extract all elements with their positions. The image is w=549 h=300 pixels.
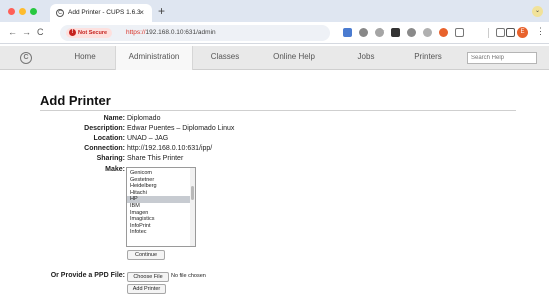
url-host-path: 192.168.0.10:631/admin	[145, 29, 216, 36]
extension-icon[interactable]	[407, 28, 416, 37]
make-option-selected[interactable]: HP	[127, 196, 195, 203]
make-option[interactable]: Gestetner	[127, 177, 195, 184]
make-option[interactable]: Hitachi	[127, 190, 195, 197]
cups-logo-icon[interactable]: C	[20, 52, 32, 64]
toolbar-divider	[488, 28, 489, 38]
search-help-input[interactable]	[467, 52, 537, 64]
browser-tab[interactable]: C Add Printer - CUPS 1.6.3 ×	[50, 4, 152, 22]
forward-arrow-icon[interactable]: →	[22, 27, 31, 37]
reading-list-icon[interactable]	[496, 28, 505, 37]
extension-icon[interactable]	[439, 28, 448, 37]
make-option[interactable]: InfoPrint	[127, 223, 195, 230]
side-panel-icon[interactable]	[506, 28, 515, 37]
browser-tab-strip: C Add Printer - CUPS 1.6.3 × + ⌄	[0, 0, 549, 22]
extension-icon[interactable]	[343, 28, 352, 37]
url-text[interactable]: https://192.168.0.10:631/admin	[126, 29, 216, 36]
page-title: Add Printer	[40, 93, 111, 108]
make-option[interactable]: Genicom	[127, 170, 195, 177]
extension-icon[interactable]	[391, 28, 400, 37]
connection-value: http://192.168.0.10:631/ipp/	[127, 145, 213, 152]
nav-classes[interactable]: Classes	[200, 52, 250, 61]
tab-title: Add Printer - CUPS 1.6.3	[68, 9, 141, 16]
make-option[interactable]: Heidelberg	[127, 183, 195, 190]
security-label: Not Secure	[78, 30, 108, 36]
nav-administration[interactable]: Administration	[115, 46, 193, 70]
profile-avatar[interactable]: E	[517, 27, 528, 38]
choose-file-button[interactable]: Choose File	[127, 272, 169, 282]
menu-dots-icon[interactable]: ⋮	[536, 26, 545, 37]
close-window-button[interactable]	[8, 8, 15, 15]
connection-label: Connection:	[84, 145, 125, 152]
location-label: Location:	[93, 135, 126, 142]
title-divider	[40, 110, 516, 111]
nav-online-help[interactable]: Online Help	[262, 52, 326, 61]
back-arrow-icon[interactable]: ←	[8, 27, 17, 37]
extension-icon[interactable]	[359, 28, 368, 37]
sharing-label: Sharing:	[96, 155, 125, 162]
name-label: Name:	[103, 115, 125, 122]
nav-printers[interactable]: Printers	[402, 52, 454, 61]
reload-icon[interactable]: C	[37, 27, 44, 37]
warning-icon: !	[69, 29, 76, 36]
make-option[interactable]: Imagen	[127, 210, 195, 217]
no-file-chosen-text: No file chosen	[171, 273, 206, 279]
browser-toolbar: ← → C ! Not Secure https://192.168.0.10:…	[0, 22, 549, 44]
add-printer-button[interactable]: Add Printer	[127, 284, 166, 294]
new-tab-button[interactable]: +	[158, 4, 165, 18]
nav-jobs[interactable]: Jobs	[346, 52, 386, 61]
make-option[interactable]: Infotec	[127, 229, 195, 236]
maximize-window-button[interactable]	[30, 8, 37, 15]
make-option[interactable]: Imagistics	[127, 216, 195, 223]
cups-navigation: C Home Administration Classes Online Hel…	[0, 46, 549, 70]
location-value: UNAD – JAG	[127, 135, 169, 142]
make-option[interactable]: IBM	[127, 203, 195, 210]
make-label: Make:	[105, 166, 125, 173]
scrollbar-thumb[interactable]	[191, 186, 194, 200]
chevron-down-icon[interactable]: ⌄	[532, 6, 543, 17]
description-value: Edwar Puentes – Diplomado Linux	[127, 125, 235, 132]
continue-button[interactable]: Continue	[127, 250, 165, 260]
extension-icon[interactable]	[375, 28, 384, 37]
description-label: Description:	[84, 125, 125, 132]
name-value: Diplomado	[127, 115, 161, 122]
make-select-list[interactable]: Genicom Gestetner Heidelberg Hitachi HP …	[126, 167, 196, 247]
extension-icon[interactable]	[423, 28, 432, 37]
tab-close-icon[interactable]: ×	[139, 8, 144, 17]
ppd-file-label: Or Provide a PPD File:	[50, 272, 125, 279]
sharing-value: Share This Printer	[127, 155, 184, 162]
security-badge[interactable]: ! Not Secure	[66, 28, 113, 38]
url-scheme: https://	[126, 29, 146, 36]
cups-favicon-icon: C	[56, 9, 64, 17]
minimize-window-button[interactable]	[19, 8, 26, 15]
make-list-scrollbar[interactable]	[190, 168, 195, 246]
address-bar[interactable]: ! Not Secure https://192.168.0.10:631/ad…	[60, 25, 385, 41]
extensions-puzzle-icon[interactable]	[455, 28, 464, 37]
nav-home[interactable]: Home	[62, 52, 108, 61]
